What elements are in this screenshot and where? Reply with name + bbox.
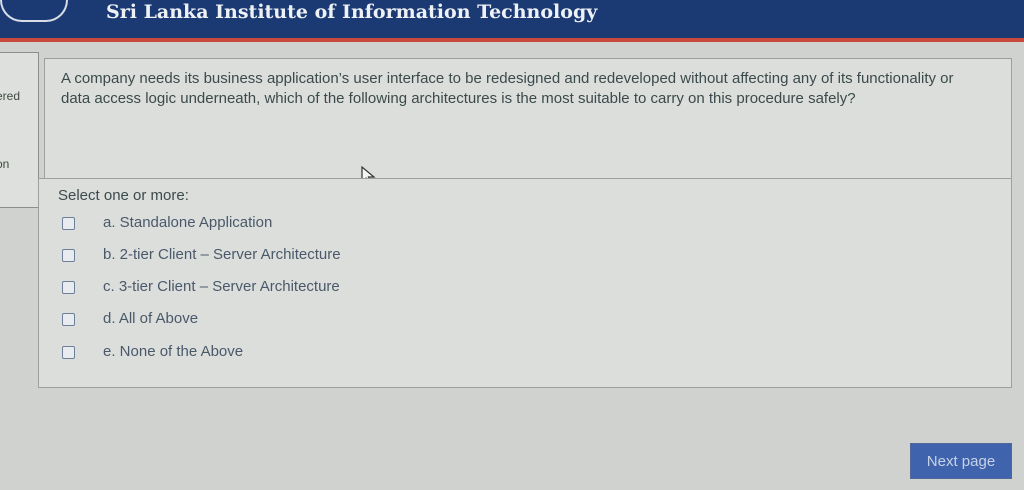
question-info-panel: ered on [0, 52, 39, 208]
answer-option[interactable]: c. 3-tier Client – Server Architecture [62, 276, 462, 300]
next-page-button[interactable]: Next page [910, 443, 1012, 479]
header-bar: Sri Lanka Institute of Information Techn… [0, 0, 1024, 38]
flag-question-text[interactable]: on [0, 157, 9, 171]
option-label[interactable]: d. All of Above [103, 310, 198, 327]
answer-option[interactable]: d. All of Above [62, 308, 462, 332]
option-checkbox[interactable] [62, 313, 75, 326]
option-checkbox[interactable] [62, 249, 75, 262]
answer-option[interactable]: b. 2-tier Client – Server Architecture [62, 244, 462, 268]
option-label[interactable]: e. None of the Above [103, 343, 243, 360]
option-label[interactable]: c. 3-tier Client – Server Architecture [103, 278, 340, 295]
question-text: A company needs its business application… [61, 70, 954, 107]
answer-option[interactable]: e. None of the Above [62, 341, 462, 365]
option-checkbox[interactable] [62, 346, 75, 359]
site-title: Sri Lanka Institute of Information Techn… [106, 1, 598, 23]
question-status-text: ered [0, 89, 21, 103]
answer-box: Select one or more: a. Standalone Applic… [38, 178, 1012, 388]
option-checkbox[interactable] [62, 217, 75, 230]
logo-icon [0, 0, 68, 22]
option-label[interactable]: b. 2-tier Client – Server Architecture [103, 246, 341, 263]
select-prompt: Select one or more: [58, 187, 189, 204]
question-box: A company needs its business application… [44, 58, 1012, 180]
answer-option[interactable]: a. Standalone Application [62, 212, 462, 236]
option-checkbox[interactable] [62, 281, 75, 294]
header-stripe [0, 38, 1024, 42]
option-label[interactable]: a. Standalone Application [103, 214, 272, 231]
